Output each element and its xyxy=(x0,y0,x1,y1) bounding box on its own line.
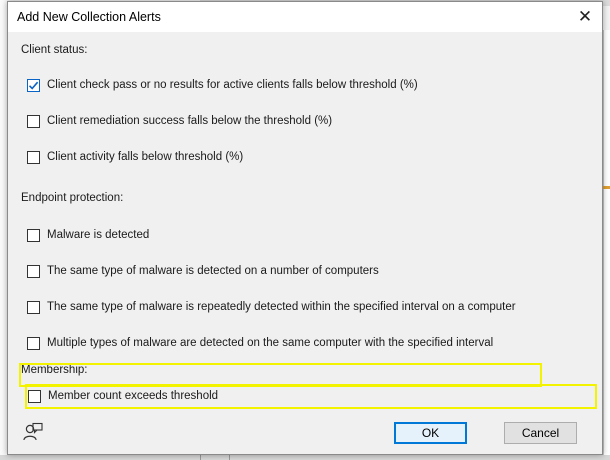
option-label: Multiple types of malware are detected o… xyxy=(47,337,494,349)
checkbox-client-check[interactable] xyxy=(27,78,40,92)
section-label-client-status: Client status: xyxy=(21,44,88,56)
close-button[interactable]: ✕ xyxy=(568,2,602,32)
ok-button[interactable]: OK xyxy=(394,422,467,444)
dialog-titlebar[interactable]: Add New Collection Alerts ✕ xyxy=(8,2,602,32)
background-bottom-strip xyxy=(0,455,610,460)
highlight-member-count-option xyxy=(25,384,597,409)
option-client-activity[interactable]: Client activity falls below threshold (%… xyxy=(27,149,243,165)
user-feedback-icon[interactable] xyxy=(22,422,44,442)
background-left-strip xyxy=(0,0,7,460)
checkbox-client-remediation[interactable] xyxy=(27,114,40,128)
background-right-panel xyxy=(603,30,610,460)
option-client-check[interactable]: Client check pass or no results for acti… xyxy=(27,77,418,93)
option-label: Malware is detected xyxy=(47,229,150,241)
option-label: The same type of malware is detected on … xyxy=(47,265,379,277)
option-multiple-types[interactable]: Multiple types of malware are detected o… xyxy=(27,335,493,351)
option-label: Client remediation success falls below t… xyxy=(47,115,333,127)
option-label: The same type of malware is repeatedly d… xyxy=(47,301,516,313)
close-icon: ✕ xyxy=(577,7,593,26)
background-divider xyxy=(229,455,230,460)
option-label: Client check pass or no results for acti… xyxy=(47,79,418,91)
dialog-title: Add New Collection Alerts xyxy=(17,10,161,24)
background-divider xyxy=(200,455,201,460)
background-accent-bar xyxy=(603,186,610,189)
checkbox-client-activity[interactable] xyxy=(27,150,40,164)
option-label: Client activity falls below threshold (%… xyxy=(47,151,244,163)
section-label-endpoint-protection: Endpoint protection: xyxy=(21,192,124,204)
checkbox-same-type-multiple[interactable] xyxy=(27,264,40,278)
option-client-remediation[interactable]: Client remediation success falls below t… xyxy=(27,113,332,129)
checkbox-same-type-repeated[interactable] xyxy=(27,300,40,314)
option-same-type-repeated[interactable]: The same type of malware is repeatedly d… xyxy=(27,299,516,315)
checkbox-multiple-types[interactable] xyxy=(27,336,40,350)
checkmark-icon xyxy=(28,81,39,90)
cancel-button[interactable]: Cancel xyxy=(504,422,577,444)
checkbox-malware-detected[interactable] xyxy=(27,228,40,242)
option-malware-detected[interactable]: Malware is detected xyxy=(27,227,149,243)
add-collection-alerts-dialog: Add New Collection Alerts ✕ Client statu… xyxy=(7,1,603,455)
option-same-type-multiple[interactable]: The same type of malware is detected on … xyxy=(27,263,379,279)
